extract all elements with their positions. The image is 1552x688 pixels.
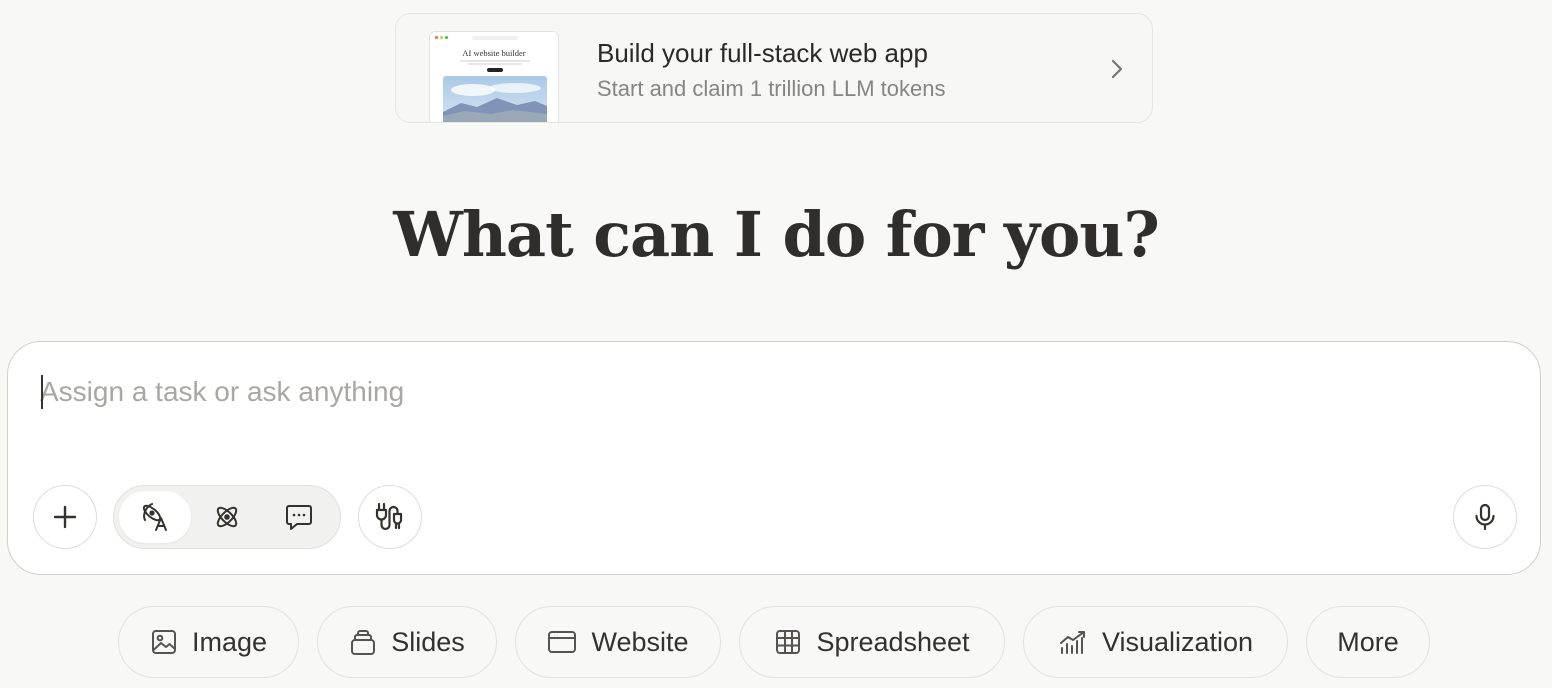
chip-label: Visualization xyxy=(1101,626,1254,657)
home-page: AI website builder Build your full-stack… xyxy=(0,0,1552,688)
promo-title: Build your full-stack web app xyxy=(597,38,928,68)
research-mode-button[interactable] xyxy=(191,491,263,543)
plug-icon xyxy=(374,501,406,533)
promo-banner[interactable]: AI website builder Build your full-stack… xyxy=(395,13,1153,123)
slides-icon xyxy=(349,628,377,656)
thumbnail-title: AI website builder xyxy=(462,48,526,58)
text-caret xyxy=(41,375,43,409)
thumbnail-address-bar xyxy=(472,36,518,40)
promo-thumbnail: AI website builder xyxy=(429,31,559,122)
atom-icon xyxy=(211,501,243,533)
website-icon xyxy=(547,628,577,656)
more-chip[interactable]: More xyxy=(1306,606,1430,678)
task-composer xyxy=(7,341,1541,575)
chip-label: Spreadsheet xyxy=(816,626,970,657)
chat-mode-button[interactable] xyxy=(263,491,335,543)
spreadsheet-chip[interactable]: Spreadsheet xyxy=(739,606,1005,678)
chip-label: Website xyxy=(591,626,689,657)
chip-label: Image xyxy=(191,626,268,657)
agent-mode-icon xyxy=(139,501,171,533)
connectors-button[interactable] xyxy=(358,485,422,549)
chat-bubble-icon xyxy=(283,501,315,533)
visualization-chip[interactable]: Visualization xyxy=(1023,606,1288,678)
mode-selector xyxy=(113,485,341,549)
chevron-right-icon xyxy=(1108,58,1126,80)
spreadsheet-icon xyxy=(774,628,802,656)
thumbnail-line xyxy=(460,60,530,62)
thumbnail-line xyxy=(468,63,522,65)
agent-mode-button[interactable] xyxy=(119,491,191,543)
window-dots xyxy=(435,36,448,39)
chart-icon xyxy=(1058,628,1088,656)
slides-chip[interactable]: Slides xyxy=(317,606,497,678)
thumbnail-landscape-image xyxy=(443,76,547,122)
image-icon xyxy=(150,628,178,656)
chip-label: More xyxy=(1337,626,1399,657)
chip-label: Slides xyxy=(391,626,465,657)
add-attachment-button[interactable] xyxy=(33,485,97,549)
microphone-icon xyxy=(1470,502,1500,532)
thumbnail-button xyxy=(487,68,503,72)
website-chip[interactable]: Website xyxy=(515,606,721,678)
image-chip[interactable]: Image xyxy=(118,606,299,678)
plus-icon xyxy=(52,504,78,530)
voice-input-button[interactable] xyxy=(1453,485,1517,549)
promo-subtitle: Start and claim 1 trillion LLM tokens xyxy=(597,76,946,101)
page-heading: What can I do for you? xyxy=(393,198,1160,271)
task-input[interactable] xyxy=(40,370,1500,414)
